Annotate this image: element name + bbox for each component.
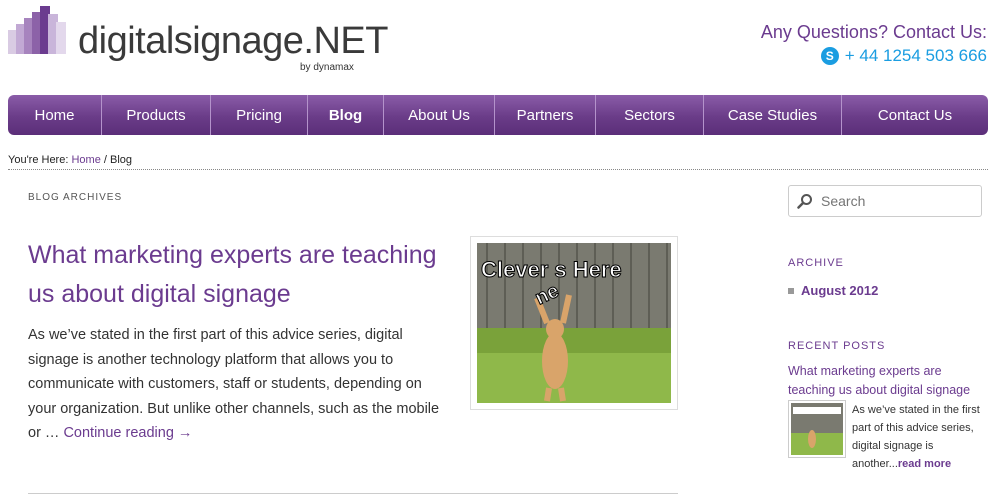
breadcrumb-prefix: You're Here: xyxy=(8,154,69,166)
logo-subtitle: by dynamax xyxy=(300,62,354,73)
nav-item-blog[interactable]: Blog xyxy=(308,95,384,135)
contact-phone[interactable]: S + 44 1254 503 666 xyxy=(761,46,987,66)
continue-reading-link[interactable]: Continue reading → xyxy=(63,425,192,441)
nav-item-sectors[interactable]: Sectors xyxy=(596,95,704,135)
recent-post-title-link[interactable]: What marketing experts are teaching us a… xyxy=(788,362,988,400)
nav-item-products[interactable]: Products xyxy=(102,95,211,135)
search-input[interactable] xyxy=(821,193,971,209)
cat-meme-image: Clever s Here ne xyxy=(477,243,671,403)
nav-item-partners[interactable]: Partners xyxy=(495,95,596,135)
logo-text: digitalsignage.NET xyxy=(78,20,388,62)
contact-title: Any Questions? Contact Us: xyxy=(760,22,987,42)
recent-post-thumbnail[interactable] xyxy=(788,400,846,458)
image-caption: Clever s Here xyxy=(481,257,622,282)
breadcrumb: You're Here: Home / Blog xyxy=(8,154,132,166)
nav-item-home[interactable]: Home xyxy=(8,95,102,135)
breadcrumb-home-link[interactable]: Home xyxy=(71,154,100,166)
recent-post-excerpt: As we’ve stated in the first part of thi… xyxy=(852,401,987,473)
nav-item-pricing[interactable]: Pricing xyxy=(211,95,308,135)
post-excerpt-text: As we’ve stated in the first part of thi… xyxy=(28,327,440,441)
archive-widget-title: ARCHIVE xyxy=(788,257,844,269)
breadcrumb-divider xyxy=(8,169,988,170)
logo-bars-icon xyxy=(8,6,66,54)
post-featured-image[interactable]: Clever s Here ne xyxy=(470,236,678,410)
breadcrumb-separator: / xyxy=(103,154,107,166)
skype-icon: S xyxy=(820,47,839,65)
post-excerpt: As we’ve stated in the first part of thi… xyxy=(28,323,448,446)
recent-posts-title: RECENT POSTS xyxy=(788,340,886,352)
read-more-link[interactable]: read more xyxy=(898,458,951,470)
search-icon xyxy=(797,194,812,209)
archive-list-item[interactable]: August 2012 xyxy=(788,283,878,298)
archive-heading: BLOG ARCHIVES xyxy=(28,192,123,203)
contact-block: Any Questions? Contact Us: S + 44 1254 5… xyxy=(761,22,987,66)
phone-number[interactable]: + 44 1254 503 666 xyxy=(845,46,987,66)
main-navigation: Home Products Pricing Blog About Us Part… xyxy=(8,95,988,135)
post-title-link[interactable]: What marketing experts are teaching us a… xyxy=(28,236,448,314)
cat-meme-thumbnail xyxy=(791,403,843,455)
post-divider xyxy=(28,493,678,494)
archive-month-link[interactable]: August 2012 xyxy=(801,283,878,298)
search-box[interactable] xyxy=(788,185,982,217)
bullet-icon xyxy=(788,287,794,294)
nav-item-case-studies[interactable]: Case Studies xyxy=(704,95,842,135)
nav-item-about-us[interactable]: About Us xyxy=(384,95,495,135)
breadcrumb-current: Blog xyxy=(110,154,133,166)
nav-item-contact-us[interactable]: Contact Us xyxy=(842,95,988,135)
site-logo[interactable]: digitalsignage.NET by dynamax xyxy=(8,4,388,76)
